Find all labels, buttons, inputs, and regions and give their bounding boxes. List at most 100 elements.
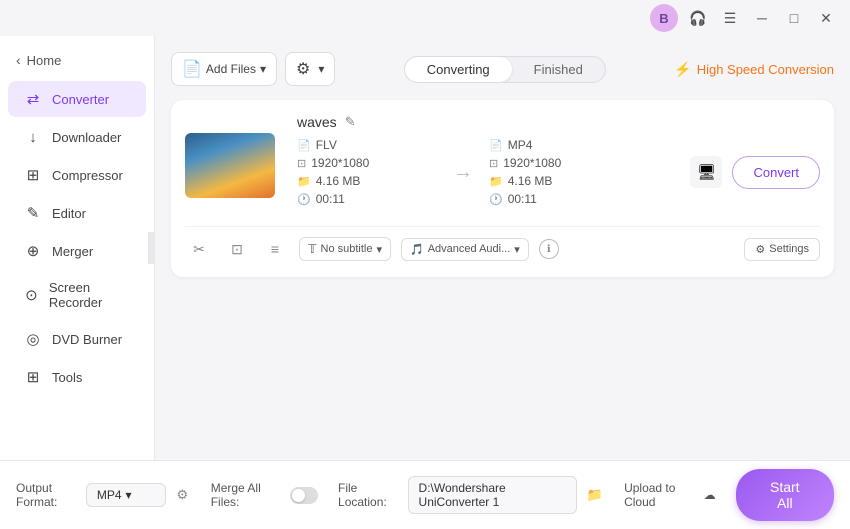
sidebar-item-label: Downloader (52, 130, 121, 145)
sidebar-back-label: Home (27, 53, 62, 68)
folder-browse-icon[interactable]: 📁 (585, 484, 604, 506)
file-location-input[interactable]: D:\Wondershare UniConverter 1 (408, 476, 578, 514)
speed-badge: ⚡ High Speed Conversion (674, 61, 834, 78)
subtitle-select[interactable]: 𝕋 No subtitle ▾ (299, 237, 391, 261)
toolbar-left: 📄 Add Files ▾ ⚙ ▾ (171, 52, 335, 86)
sidebar-back[interactable]: ‹ Home (0, 44, 154, 76)
menu-btn[interactable]: ☰ (718, 6, 742, 30)
sidebar-item-label: DVD Burner (52, 332, 122, 347)
sidebar-item-merger[interactable]: ⊕ Merger (8, 233, 146, 269)
editor-icon: ✎ (24, 204, 42, 222)
tools-icon: ⊞ (24, 368, 42, 386)
source-res-icon: ⊡ (297, 157, 306, 170)
settings-button[interactable]: ⚙ Settings (744, 238, 820, 261)
source-format: FLV (316, 138, 337, 152)
file-info-row: 📄 FLV ⊡ 1920*1080 📁 4.16 MB (297, 138, 820, 206)
file-location-field: File Location: D:\Wondershare UniConvert… (338, 476, 604, 514)
dest-file-icon: 📄 (489, 139, 503, 152)
settings-gear-icon: ⚙ (755, 243, 765, 256)
output-settings-icon[interactable]: ⚙ (174, 484, 191, 506)
avatar: B (650, 4, 678, 32)
source-duration-row: 🕐 00:11 (297, 192, 437, 206)
sidebar-item-label: Editor (52, 206, 86, 221)
speed-label: High Speed Conversion (697, 62, 834, 77)
file-name: waves (297, 114, 337, 130)
downloader-icon: ↓ (24, 128, 42, 146)
dest-format: MP4 (508, 138, 533, 152)
file-edit-icon[interactable]: ✎ (345, 114, 356, 130)
source-size-icon: 📁 (297, 175, 311, 188)
convert-dropdown-icon: ▾ (318, 62, 324, 76)
sidebar-item-compressor[interactable]: ⊞ Compressor (8, 157, 146, 193)
source-duration: 00:11 (316, 192, 345, 206)
merge-files-field: Merge All Files: (211, 481, 318, 509)
subtitle-icon: 𝕋 (308, 242, 317, 256)
dest-duration-row: 🕐 00:11 (489, 192, 629, 206)
tab-converting[interactable]: Converting (405, 57, 512, 82)
file-thumbnail (185, 133, 275, 198)
convert-button[interactable]: Convert (732, 156, 820, 189)
source-size: 4.16 MB (316, 174, 361, 188)
file-type-icon: 📄 (297, 139, 311, 152)
sidebar-item-screen-recorder[interactable]: ⊙ Screen Recorder (8, 271, 146, 319)
add-files-label: Add Files (206, 62, 256, 76)
sidebar-item-converter[interactable]: ⇄ Converter (8, 81, 146, 117)
sidebar-item-dvd-burner[interactable]: ◎ DVD Burner (8, 321, 146, 357)
upload-cloud-icon: ☁ (704, 488, 716, 502)
sidebar-item-label: Compressor (52, 168, 123, 183)
crop-btn[interactable]: ⊡ (223, 235, 251, 263)
sidebar-item-label: Tools (52, 370, 82, 385)
tab-switch: Converting Finished (404, 56, 606, 83)
file-bottom-controls: ✂ ⊡ ≡ 𝕋 No subtitle ▾ 🎵 Advanced Audi...… (185, 226, 820, 263)
dvd-burner-icon: ◎ (24, 330, 42, 348)
merge-toggle[interactable] (290, 487, 318, 504)
tab-finished[interactable]: Finished (512, 57, 605, 82)
upload-cloud-btn[interactable]: Upload to Cloud ☁ (624, 481, 716, 509)
effects-btn[interactable]: ≡ (261, 235, 289, 263)
converter-icon: ⇄ (24, 90, 42, 108)
audio-select[interactable]: 🎵 Advanced Audi... ▾ (401, 238, 529, 261)
add-files-dropdown-icon: ▾ (260, 62, 266, 76)
dest-size-icon: 📁 (489, 175, 503, 188)
headphone-btn[interactable]: 🎧 (686, 6, 710, 30)
info-button[interactable]: ℹ (539, 239, 559, 259)
sidebar-item-downloader[interactable]: ↓ Downloader (8, 119, 146, 155)
source-clock-icon: 🕐 (297, 193, 311, 206)
sidebar-item-tools[interactable]: ⊞ Tools (8, 359, 146, 395)
output-format-select[interactable]: MP4 ▾ (86, 483, 166, 507)
merger-icon: ⊕ (24, 242, 42, 260)
source-size-row: 📁 4.16 MB (297, 174, 437, 188)
source-resolution: 1920*1080 (311, 156, 369, 170)
start-all-button[interactable]: Start All (736, 469, 834, 521)
convert-arrow: → (437, 161, 489, 184)
compressor-icon: ⊞ (24, 166, 42, 184)
file-location-label: File Location: (338, 481, 400, 509)
convert-all-settings-button[interactable]: ⚙ ▾ (285, 52, 335, 86)
sidebar-item-label: Screen Recorder (49, 280, 130, 310)
audio-dropdown-icon: ▾ (514, 243, 520, 256)
source-resolution-row: ⊡ 1920*1080 (297, 156, 437, 170)
audio-label: Advanced Audi... (428, 243, 511, 255)
sidebar-item-editor[interactable]: ✎ Editor (8, 195, 146, 231)
cut-btn[interactable]: ✂ (185, 235, 213, 263)
close-btn[interactable]: ✕ (814, 6, 838, 30)
upload-cloud-label: Upload to Cloud (624, 481, 698, 509)
output-format-dropdown-icon: ▾ (126, 488, 132, 502)
sidebar: ‹ Home ⇄ Converter ↓ Downloader ⊞ Compre… (0, 36, 155, 460)
merge-files-label: Merge All Files: (211, 481, 282, 509)
file-header: waves ✎ 📄 FLV ⊡ 1920*1080 (185, 114, 820, 216)
maximize-btn[interactable]: □ (782, 6, 806, 30)
back-arrow-icon: ‹ (16, 52, 21, 68)
device-icon-btn[interactable]: 🖥 (690, 156, 722, 188)
output-format-value: MP4 (97, 488, 122, 502)
source-format-row: 📄 FLV (297, 138, 437, 152)
add-file-icon: 📄 (182, 59, 202, 79)
dest-resolution: 1920*1080 (503, 156, 561, 170)
file-location-value: D:\Wondershare UniConverter 1 (419, 481, 567, 509)
dest-size-row: 📁 4.16 MB (489, 174, 629, 188)
minimize-btn[interactable]: ─ (750, 6, 774, 30)
dest-res-icon: ⊡ (489, 157, 498, 170)
title-bar: B 🎧 ☰ ─ □ ✕ (0, 0, 850, 36)
add-files-button[interactable]: 📄 Add Files ▾ (171, 52, 277, 86)
sidebar-item-label: Merger (52, 244, 93, 259)
